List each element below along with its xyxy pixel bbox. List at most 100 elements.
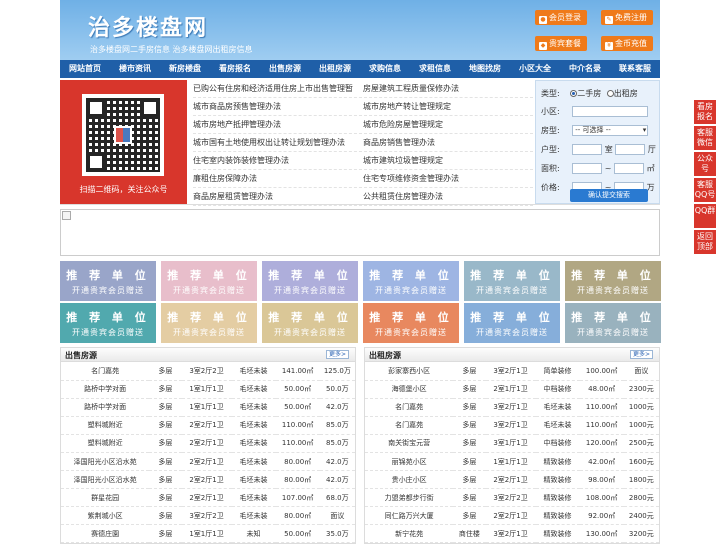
policy-link[interactable]: 商品房屋租赁管理办法 xyxy=(193,188,363,205)
nav-viewing-signup[interactable]: 看房报名 xyxy=(210,60,260,78)
nav-want-rent[interactable]: 求租信息 xyxy=(410,60,460,78)
banner-placeholder[interactable] xyxy=(60,209,660,256)
vip-package-button[interactable]: ◆ 贵宾套餐 xyxy=(535,36,587,51)
coin-recharge-button[interactable]: ¥ 金币充值 xyxy=(601,36,653,51)
policy-link[interactable]: 城市房地产抵押管理办法 xyxy=(193,116,363,133)
float-button[interactable]: QQ群 xyxy=(694,204,716,228)
float-button[interactable]: 看房报名 xyxy=(694,100,716,124)
recommend-ad-slot[interactable]: 推 荐 单 位开通贵宾会员赠送 xyxy=(565,261,661,301)
recommend-ad-slot[interactable]: 推 荐 单 位开通贵宾会员赠送 xyxy=(161,303,257,343)
listing-name-link[interactable]: 群星花园 xyxy=(61,488,150,508)
table-row[interactable]: 赛德庄園 多层 1室1厅1卫 未知 50.00㎡ 35.0万 xyxy=(61,524,355,544)
listing-name-link[interactable]: 名门嘉苑 xyxy=(365,398,454,417)
sale-more-link[interactable]: 更多> xyxy=(325,350,349,359)
listing-name-link[interactable]: 路桥中学对面 xyxy=(61,398,150,417)
float-button[interactable]: 公众号 xyxy=(694,152,716,176)
nav-new-homes[interactable]: 新房楼盘 xyxy=(160,60,210,78)
policy-link[interactable]: 城市国有土地使用权出让转让规划管理办法 xyxy=(193,134,363,151)
recommend-ad-slot[interactable]: 推 荐 单 位开通贵宾会员赠送 xyxy=(363,261,459,301)
nav-agencies[interactable]: 中介名录 xyxy=(560,60,610,78)
table-row[interactable]: 新宁花苑 商住楼 3室2厅1卫 精致装修 130.00㎡ 3200元 xyxy=(365,524,659,544)
table-row[interactable]: 名门嘉苑 多层 3室2厅2卫 毛坯未装 141.00㎡ 125.0万 xyxy=(61,362,355,381)
policy-link[interactable]: 公共租赁住房管理办法 xyxy=(363,188,533,205)
nav-communities[interactable]: 小区大全 xyxy=(510,60,560,78)
recommend-ad-slot[interactable]: 推 荐 单 位开通贵宾会员赠送 xyxy=(565,303,661,343)
listing-name-link[interactable]: 同仁路万兴大厦 xyxy=(365,506,454,526)
register-button[interactable]: ✎ 免费注册 xyxy=(601,10,653,25)
listing-name-link[interactable]: 力盟弟都步行街 xyxy=(365,488,454,508)
listing-name-link[interactable]: 塑料城附近 xyxy=(61,434,150,453)
recommend-ad-slot[interactable]: 推 荐 单 位开通贵宾会员赠送 xyxy=(464,303,560,343)
nav-for-sale[interactable]: 出售房源 xyxy=(260,60,310,78)
house-type-select[interactable]: -- 可选择 -- ▾ xyxy=(572,125,649,136)
hall-select[interactable] xyxy=(615,144,646,155)
table-row[interactable]: 群星花园 多层 2室2厅1卫 毛坯未装 107.00㎡ 68.0万 xyxy=(61,488,355,508)
search-submit-button[interactable]: 确认提交搜索 xyxy=(570,189,648,202)
table-row[interactable]: 海德堡小区 多层 2室1厅1卫 中档装修 48.00㎡ 2300元 xyxy=(365,380,659,399)
nav-contact[interactable]: 联系客服 xyxy=(610,60,660,78)
community-input[interactable] xyxy=(572,106,649,117)
policy-link[interactable]: 城市危险房屋管理规定 xyxy=(363,116,533,133)
recommend-ad-slot[interactable]: 推 荐 单 位开通贵宾会员赠送 xyxy=(262,261,358,301)
nav-map-search[interactable]: 地图找房 xyxy=(460,60,510,78)
table-row[interactable]: 贵小庄小区 多层 2室2厅1卫 精致装修 98.00㎡ 1800元 xyxy=(365,470,659,490)
listing-name-link[interactable]: 南关街宝元营 xyxy=(365,434,454,453)
rent-more-link[interactable]: 更多> xyxy=(629,350,653,359)
listing-name-link[interactable]: 泽国阳光小区沿水苑 xyxy=(61,470,150,490)
table-row[interactable]: 塑料城附近 多层 2室2厅1卫 毛坯未装 110.00㎡ 85.0万 xyxy=(61,434,355,453)
login-button[interactable]: ● 会员登录 xyxy=(535,10,587,25)
listing-name-link[interactable]: 名门嘉苑 xyxy=(61,362,150,381)
nav-want-buy[interactable]: 求购信息 xyxy=(360,60,410,78)
table-row[interactable]: 名门嘉苑 多层 3室2厅1卫 毛坯未装 110.00㎡ 1000元 xyxy=(365,416,659,435)
table-row[interactable]: 丽锦苑小区 多层 1室1厅1卫 精致装修 42.00㎡ 1600元 xyxy=(365,452,659,472)
listing-name-link[interactable]: 路桥中学对面 xyxy=(61,380,150,399)
policy-link[interactable]: 城市房地产转让管理规定 xyxy=(363,98,533,115)
listing-name-link[interactable]: 新宁花苑 xyxy=(365,524,454,544)
listing-name-link[interactable]: 海德堡小区 xyxy=(365,380,454,399)
radio-rental[interactable] xyxy=(606,90,614,97)
policy-link[interactable]: 住宅室内装饰装修管理办法 xyxy=(193,152,363,169)
listing-name-link[interactable]: 丽锦苑小区 xyxy=(365,452,454,472)
table-row[interactable]: 泽国阳光小区沿水苑 多层 2室2厅1卫 毛坯未装 80.00㎡ 42.0万 xyxy=(61,470,355,490)
policy-link[interactable]: 住宅专项维修资金管理办法 xyxy=(363,170,533,187)
table-row[interactable]: 塑料城附近 多层 2室2厅1卫 毛坯未装 110.00㎡ 85.0万 xyxy=(61,416,355,435)
policy-link[interactable]: 商品房销售管理办法 xyxy=(363,134,533,151)
nav-news[interactable]: 楼市资讯 xyxy=(110,60,160,78)
area-max-input[interactable] xyxy=(614,163,645,174)
recommend-ad-slot[interactable]: 推 荐 单 位开通贵宾会员赠送 xyxy=(464,261,560,301)
table-row[interactable]: 路桥中学对面 多层 1室1厅1卫 毛坯未装 50.00㎡ 42.0万 xyxy=(61,398,355,417)
table-row[interactable]: 泽国阳光小区沿水苑 多层 2室2厅1卫 毛坯未装 80.00㎡ 42.0万 xyxy=(61,452,355,472)
policy-link[interactable]: 城市商品房预售管理办法 xyxy=(193,98,363,115)
listing-name-link[interactable]: 紫荆城小区 xyxy=(61,506,150,526)
table-row[interactable]: 彭家寨西小区 多层 3室2厅1卫 简单装修 100.00㎡ 面议 xyxy=(365,362,659,381)
room-select[interactable] xyxy=(572,144,603,155)
policy-link[interactable]: 城市建筑垃圾管理规定 xyxy=(363,152,533,169)
listing-name-link[interactable]: 彭家寨西小区 xyxy=(365,362,454,381)
policy-link[interactable]: 已购公有住房和经济适用住房上市出售管理暂 xyxy=(193,80,363,97)
policy-link[interactable]: 廉租住房保障办法 xyxy=(193,170,363,187)
site-logo[interactable]: 治多楼盘网 xyxy=(88,10,208,42)
listing-name-link[interactable]: 泽国阳光小区沿水苑 xyxy=(61,452,150,472)
listing-name-link[interactable]: 贵小庄小区 xyxy=(365,470,454,490)
float-button[interactable]: 客服微信 xyxy=(694,126,716,150)
area-min-input[interactable] xyxy=(572,163,603,174)
listing-name-link[interactable]: 名门嘉苑 xyxy=(365,416,454,435)
listing-name-link[interactable]: 赛德庄園 xyxy=(61,524,150,544)
listing-name-link[interactable]: 塑料城附近 xyxy=(61,416,150,435)
table-row[interactable]: 同仁路万兴大厦 多层 2室2厅1卫 精致装修 92.00㎡ 2400元 xyxy=(365,506,659,526)
recommend-ad-slot[interactable]: 推 荐 单 位开通贵宾会员赠送 xyxy=(60,303,156,343)
recommend-ad-slot[interactable]: 推 荐 单 位开通贵宾会员赠送 xyxy=(363,303,459,343)
float-button[interactable]: 返回顶部 xyxy=(694,230,716,254)
nav-for-rent[interactable]: 出租房源 xyxy=(310,60,360,78)
float-button[interactable]: 客服QQ号 xyxy=(694,178,716,202)
recommend-ad-slot[interactable]: 推 荐 单 位开通贵宾会员赠送 xyxy=(60,261,156,301)
policy-link[interactable]: 房屋建筑工程质量保修办法 xyxy=(363,80,533,97)
recommend-ad-slot[interactable]: 推 荐 单 位开通贵宾会员赠送 xyxy=(262,303,358,343)
recommend-ad-slot[interactable]: 推 荐 单 位开通贵宾会员赠送 xyxy=(161,261,257,301)
table-row[interactable]: 名门嘉苑 多层 3室2厅1卫 毛坯未装 110.00㎡ 1000元 xyxy=(365,398,659,417)
table-row[interactable]: 紫荆城小区 多层 3室2厅2卫 毛坯未装 80.00㎡ 面议 xyxy=(61,506,355,526)
nav-home[interactable]: 网站首页 xyxy=(60,60,110,78)
table-row[interactable]: 力盟弟都步行街 多层 3室2厅2卫 精致装修 108.00㎡ 2800元 xyxy=(365,488,659,508)
table-row[interactable]: 路桥中学对面 多层 1室1厅1卫 毛坯未装 50.00㎡ 50.0万 xyxy=(61,380,355,399)
table-row[interactable]: 南关街宝元营 多层 3室1厅1卫 中档装修 120.00㎡ 2500元 xyxy=(365,434,659,453)
